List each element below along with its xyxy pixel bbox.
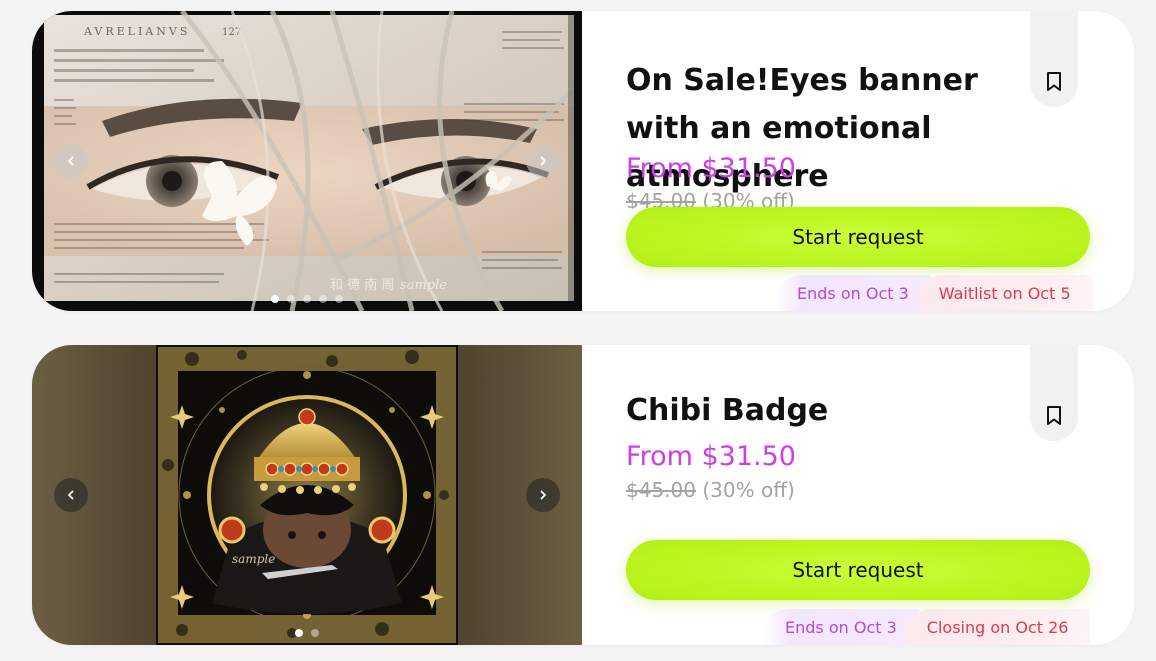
image-gallery[interactable]: sample [32, 345, 582, 645]
gallery-dot[interactable] [311, 629, 319, 637]
listing-title: Chibi Badge [626, 393, 829, 428]
ends-badge: Ends on Oct 3 [775, 275, 931, 311]
sale-price: From $31.50 [626, 153, 796, 184]
prev-image-button[interactable] [54, 478, 88, 512]
original-price: $45.00 [626, 478, 696, 502]
svg-text:和 德 南 周: 和 德 南 周 [330, 277, 394, 293]
chevron-left-icon [68, 156, 74, 166]
image-gallery[interactable]: AVRELIANVS 127 和 德 南 周 sample [32, 11, 582, 311]
discount-label: (30% off) [702, 478, 795, 502]
discount-label: (30% off) [702, 189, 795, 209]
ends-badge: Ends on Oct 3 [763, 609, 919, 645]
listing-card[interactable]: AVRELIANVS 127 和 德 南 周 sample On Sale!Ey… [32, 11, 1134, 311]
chevron-right-icon [540, 156, 546, 166]
start-request-button[interactable]: Start request [626, 207, 1090, 267]
closing-badge: Closing on Oct 26 [904, 609, 1091, 645]
start-request-button[interactable]: Start request [626, 540, 1090, 600]
image-caption: AVRELIANVS [83, 25, 190, 38]
gallery-dot[interactable] [271, 295, 279, 303]
original-price-line: $45.00 (30% off) [626, 189, 795, 209]
original-price-line: $45.00 (30% off) [626, 478, 795, 502]
image-watermark: sample [400, 278, 447, 293]
sale-price: From $31.50 [626, 441, 796, 472]
next-image-button[interactable] [526, 144, 560, 178]
status-badges: Ends on Oct 3 Waitlist on Oct 5 [775, 275, 1093, 311]
gallery-dots [32, 629, 582, 637]
gallery-dot[interactable] [319, 295, 327, 303]
gallery-dot[interactable] [335, 295, 343, 303]
gallery-dot[interactable] [295, 629, 303, 637]
next-image-button[interactable] [526, 478, 560, 512]
gallery-dot[interactable] [303, 295, 311, 303]
bookmark-icon [1047, 406, 1061, 425]
listing-image: AVRELIANVS 127 和 德 南 周 sample [32, 11, 582, 311]
listing-info: Chibi Badge From $31.50 $45.00 (30% off)… [582, 345, 1134, 645]
status-badges: Ends on Oct 3 Closing on Oct 26 [763, 609, 1091, 645]
listing-card[interactable]: sample Chibi Badge From $31.50 $45.00 (3… [32, 345, 1134, 645]
prev-image-button[interactable] [54, 144, 88, 178]
listing-info: On Sale!Eyes banner with an emotional at… [582, 11, 1134, 311]
chevron-left-icon [68, 490, 74, 500]
bookmark-icon [1047, 72, 1061, 91]
original-price: $45.00 [626, 189, 696, 209]
chevron-right-icon [540, 490, 546, 500]
gallery-dot[interactable] [287, 295, 295, 303]
waitlist-badge: Waitlist on Oct 5 [916, 275, 1093, 311]
image-watermark: sample [232, 552, 275, 566]
gallery-dots [32, 295, 582, 303]
listing-image: sample [32, 345, 582, 645]
